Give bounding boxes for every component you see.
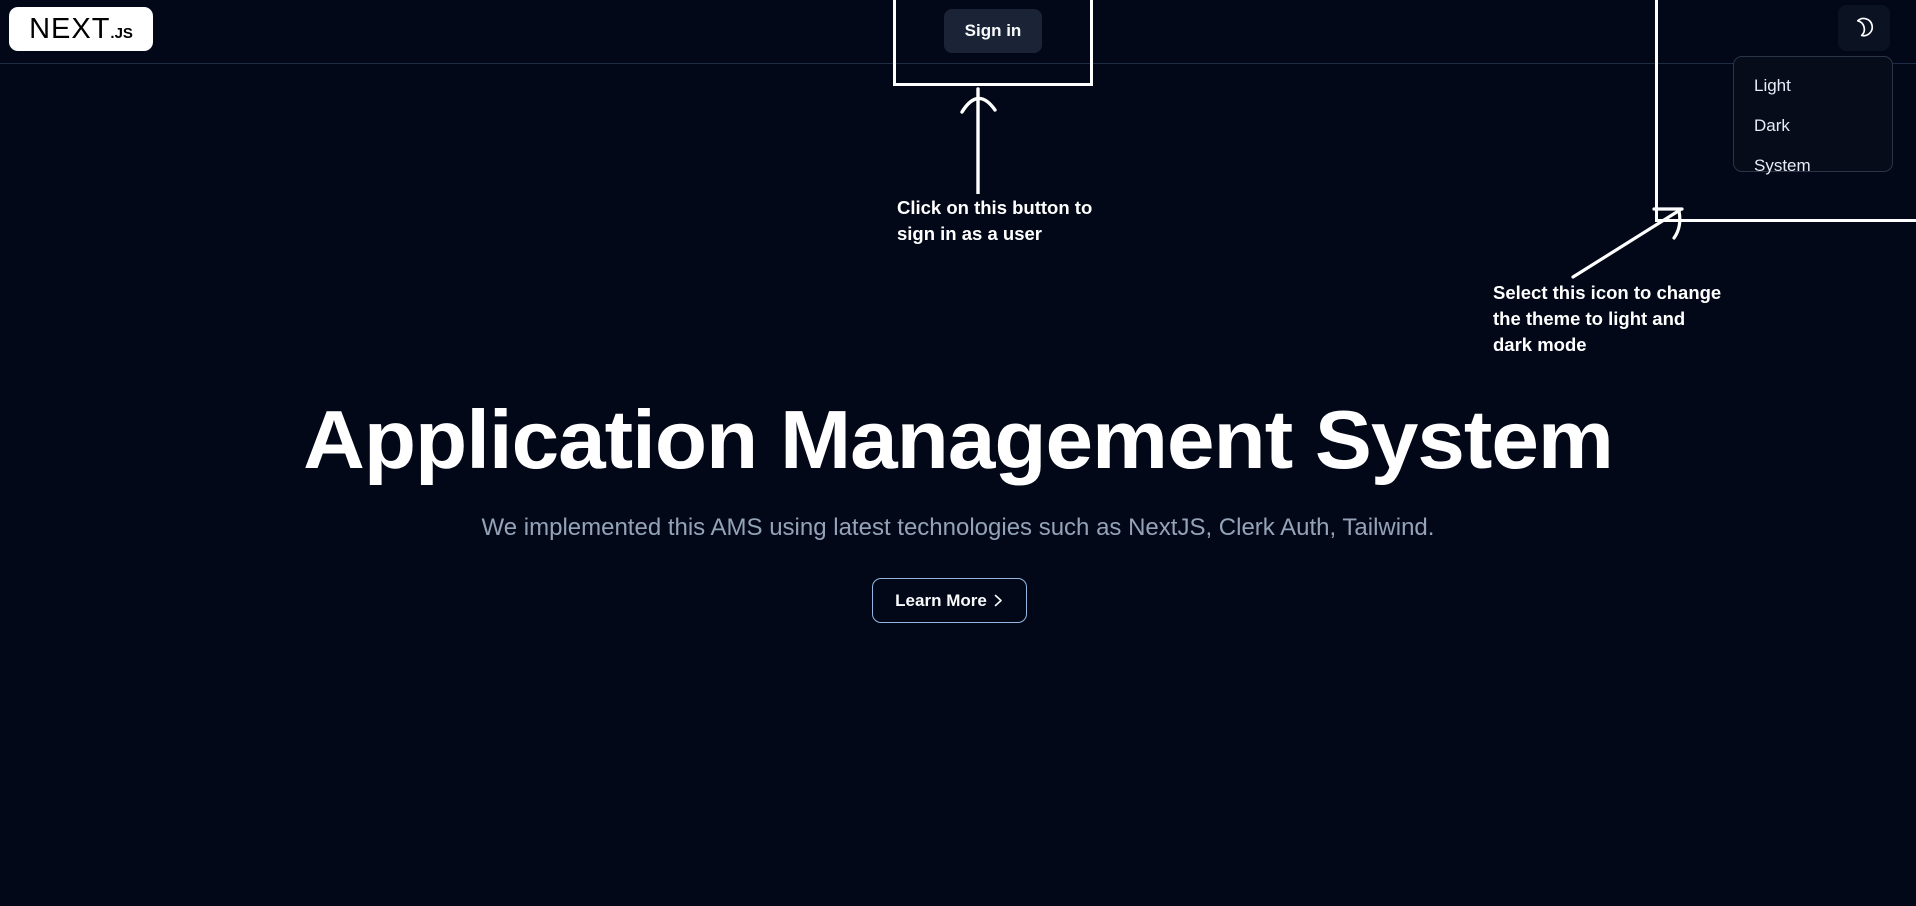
- learn-more-button[interactable]: Learn More: [872, 578, 1027, 623]
- page-title: Application Management System: [303, 393, 1614, 486]
- theme-dropdown-menu: Light Dark System: [1733, 56, 1893, 175]
- chevron-right-icon: [993, 594, 1004, 607]
- sign-in-button[interactable]: Sign in: [944, 9, 1042, 53]
- nextjs-logo[interactable]: NEXT.JS: [9, 7, 153, 51]
- moon-icon: [1852, 15, 1876, 42]
- arrow-up-icon: [955, 84, 1001, 199]
- page-root: Application Management System We impleme…: [0, 0, 1916, 906]
- theme-option-dark[interactable]: Dark: [1734, 106, 1892, 146]
- logo-suffix: .JS: [110, 24, 133, 42]
- arrow-up-right-icon: [1570, 205, 1690, 285]
- theme-option-light[interactable]: Light: [1734, 66, 1892, 106]
- hero-subtitle: We implemented this AMS using latest tec…: [481, 514, 1435, 541]
- theme-option-system[interactable]: System: [1734, 146, 1892, 186]
- logo-name: NEXT: [29, 12, 111, 45]
- top-header: NEXT.JS Sign in: [0, 0, 1916, 64]
- theme-toggle-button[interactable]: [1838, 5, 1890, 51]
- learn-more-label: Learn More: [895, 590, 987, 610]
- logo-label: NEXT.JS: [29, 12, 133, 45]
- annotation-text-signin: Click on this button to sign in as a use…: [897, 197, 1093, 244]
- annotation-text-theme: Select this icon to change the theme to …: [1493, 282, 1722, 355]
